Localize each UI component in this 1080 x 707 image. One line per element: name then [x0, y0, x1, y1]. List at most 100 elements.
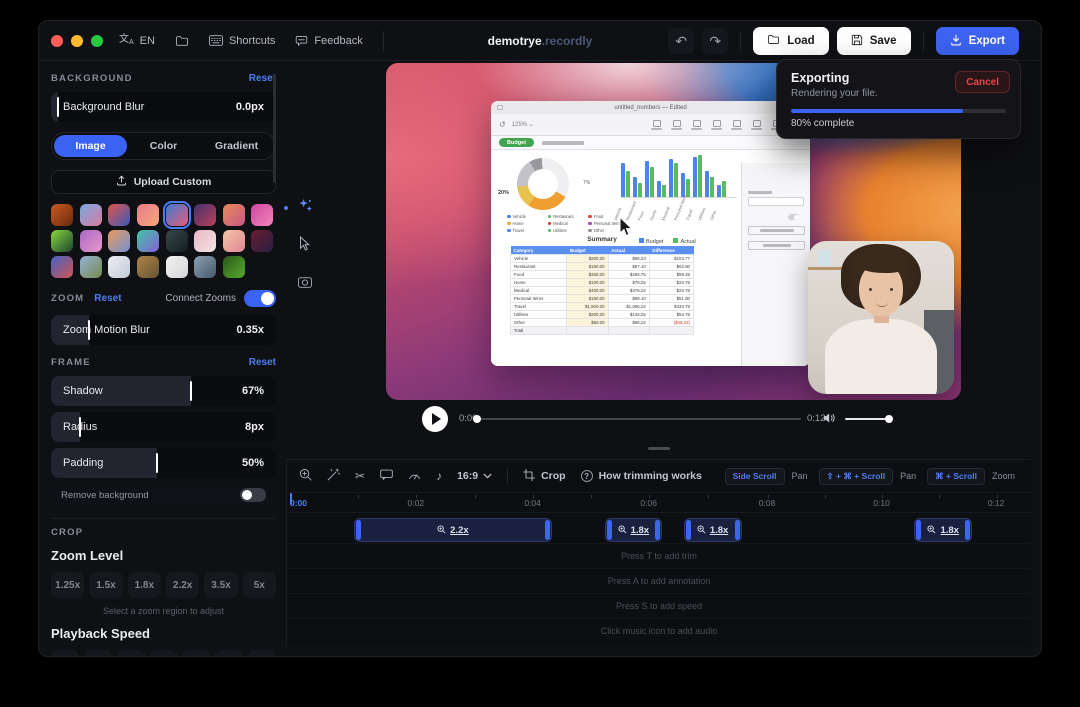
minimize-button[interactable]: [71, 35, 83, 47]
slider-handle[interactable]: [190, 381, 192, 401]
shadow-slider[interactable]: Shadow67%: [51, 376, 276, 406]
background-swatch[interactable]: [166, 256, 188, 278]
radius-slider[interactable]: Radius8px: [51, 412, 276, 442]
save-button[interactable]: Save: [837, 27, 911, 55]
background-swatch[interactable]: [166, 230, 188, 252]
option-0.75x[interactable]: 0.75x: [117, 650, 145, 657]
timeline-zoom-button[interactable]: [299, 468, 312, 484]
option-1.5x[interactable]: 1.5x: [89, 572, 122, 598]
fullscreen-button[interactable]: [91, 35, 103, 47]
timeline-tracks[interactable]: 2.2x1.8x1.8x1.8x Press T to add trimPres…: [287, 513, 1031, 646]
play-button[interactable]: [422, 406, 448, 432]
close-button[interactable]: [51, 35, 63, 47]
background-swatch[interactable]: [51, 256, 73, 278]
auto-zoom-button[interactable]: [327, 468, 340, 484]
zoom-region-block[interactable]: 1.8x: [605, 518, 662, 542]
option-2x[interactable]: 2x: [248, 650, 276, 657]
connect-zooms-toggle[interactable]: [244, 290, 276, 307]
option-1.75x[interactable]: 1.75x: [215, 650, 243, 657]
how-trimming-works-link[interactable]: ? How trimming works: [581, 470, 702, 482]
background-swatch[interactable]: [80, 256, 102, 278]
region-handle-left[interactable]: [607, 520, 612, 540]
background-swatch[interactable]: [137, 204, 159, 226]
option-1.5x[interactable]: 1.5x: [182, 650, 210, 657]
remove-background-toggle[interactable]: [240, 488, 266, 502]
zoom-motion-blur-slider[interactable]: Zoom Motion Blur 0.35x: [51, 315, 276, 345]
option-3.5x[interactable]: 3.5x: [204, 572, 237, 598]
background-swatch[interactable]: [80, 204, 102, 226]
camera-tool-button[interactable]: [294, 273, 316, 295]
zoom-region-block[interactable]: 1.8x: [684, 518, 742, 542]
seek-handle[interactable]: [473, 415, 481, 423]
region-handle-left[interactable]: [916, 520, 921, 540]
region-handle-left[interactable]: [686, 520, 691, 540]
load-button[interactable]: Load: [753, 27, 828, 55]
projects-button[interactable]: [175, 35, 189, 47]
seek-bar[interactable]: [475, 418, 801, 420]
background-swatch[interactable]: [194, 204, 216, 226]
region-handle-right[interactable]: [545, 520, 550, 540]
option-0.25x[interactable]: 0.25x: [51, 650, 79, 657]
speed-button[interactable]: [408, 469, 421, 483]
speaker-icon[interactable]: [823, 411, 836, 429]
trim-button[interactable]: ✂: [355, 469, 365, 483]
zoom-reset-link[interactable]: Reset: [94, 293, 121, 304]
option-2.2x[interactable]: 2.2x: [166, 572, 199, 598]
region-handle-right[interactable]: [735, 520, 740, 540]
webcam-overlay[interactable]: [808, 241, 954, 394]
background-swatch[interactable]: [166, 204, 188, 226]
upload-custom-button[interactable]: Upload Custom: [51, 170, 276, 194]
crop-button[interactable]: Crop: [523, 469, 566, 484]
option-1.8x[interactable]: 1.8x: [128, 572, 161, 598]
zoom-region-block[interactable]: 1.8x: [914, 518, 972, 542]
background-tab-gradient[interactable]: Gradient: [200, 135, 273, 157]
sidebar-scrollbar[interactable]: [273, 75, 276, 183]
language-switcher[interactable]: 文A EN: [119, 35, 155, 47]
background-swatch[interactable]: [80, 230, 102, 252]
region-handle-right[interactable]: [965, 520, 970, 540]
background-swatch[interactable]: [194, 256, 216, 278]
background-swatch[interactable]: [51, 230, 73, 252]
background-blur-slider[interactable]: Background Blur 0.0px: [51, 92, 276, 122]
timeline-ruler[interactable]: 0:000:020:040:060:080:100:12: [287, 493, 1031, 513]
option-5x[interactable]: 5x: [243, 572, 276, 598]
aspect-ratio-select[interactable]: 16:9: [457, 470, 492, 482]
music-button[interactable]: ♪: [436, 469, 442, 483]
background-swatch[interactable]: [223, 204, 245, 226]
background-swatch[interactable]: [137, 230, 159, 252]
undo-button[interactable]: ↶: [668, 28, 694, 54]
background-swatch[interactable]: [108, 230, 130, 252]
background-swatch[interactable]: [251, 204, 273, 226]
background-swatch[interactable]: [194, 230, 216, 252]
export-button[interactable]: Export: [936, 27, 1019, 55]
option-1.25x[interactable]: 1.25x: [51, 572, 84, 598]
shortcuts-button[interactable]: Shortcuts: [209, 35, 275, 47]
background-tab-image[interactable]: Image: [54, 135, 127, 157]
region-handle-right[interactable]: [655, 520, 660, 540]
redo-button[interactable]: ↷: [702, 28, 728, 54]
background-swatch[interactable]: [223, 230, 245, 252]
region-handle-left[interactable]: [356, 520, 361, 540]
volume-handle[interactable]: [885, 415, 893, 423]
frame-reset-link[interactable]: Reset: [249, 357, 276, 368]
background-swatch[interactable]: [223, 256, 245, 278]
effects-tool-button[interactable]: [294, 197, 316, 219]
slider-handle[interactable]: [156, 453, 158, 473]
background-tab-color[interactable]: Color: [127, 135, 200, 157]
feedback-button[interactable]: Feedback: [295, 35, 362, 47]
zoom-region-block[interactable]: 2.2x: [354, 518, 552, 542]
volume-slider[interactable]: [845, 418, 889, 420]
background-swatch[interactable]: [108, 204, 130, 226]
background-swatch[interactable]: [137, 256, 159, 278]
background-swatch[interactable]: [51, 204, 73, 226]
padding-slider[interactable]: Padding50%: [51, 448, 276, 478]
option-1.25x[interactable]: 1.25x: [150, 650, 178, 657]
cancel-export-button[interactable]: Cancel: [955, 71, 1010, 93]
background-swatch[interactable]: [251, 230, 273, 252]
slider-handle[interactable]: [57, 97, 59, 117]
annotation-button[interactable]: [380, 469, 393, 483]
option-0.5x[interactable]: 0.5x: [84, 650, 112, 657]
background-swatch[interactable]: [108, 256, 130, 278]
cursor-tool-button[interactable]: [294, 235, 316, 257]
background-reset-link[interactable]: Reset: [249, 73, 276, 84]
